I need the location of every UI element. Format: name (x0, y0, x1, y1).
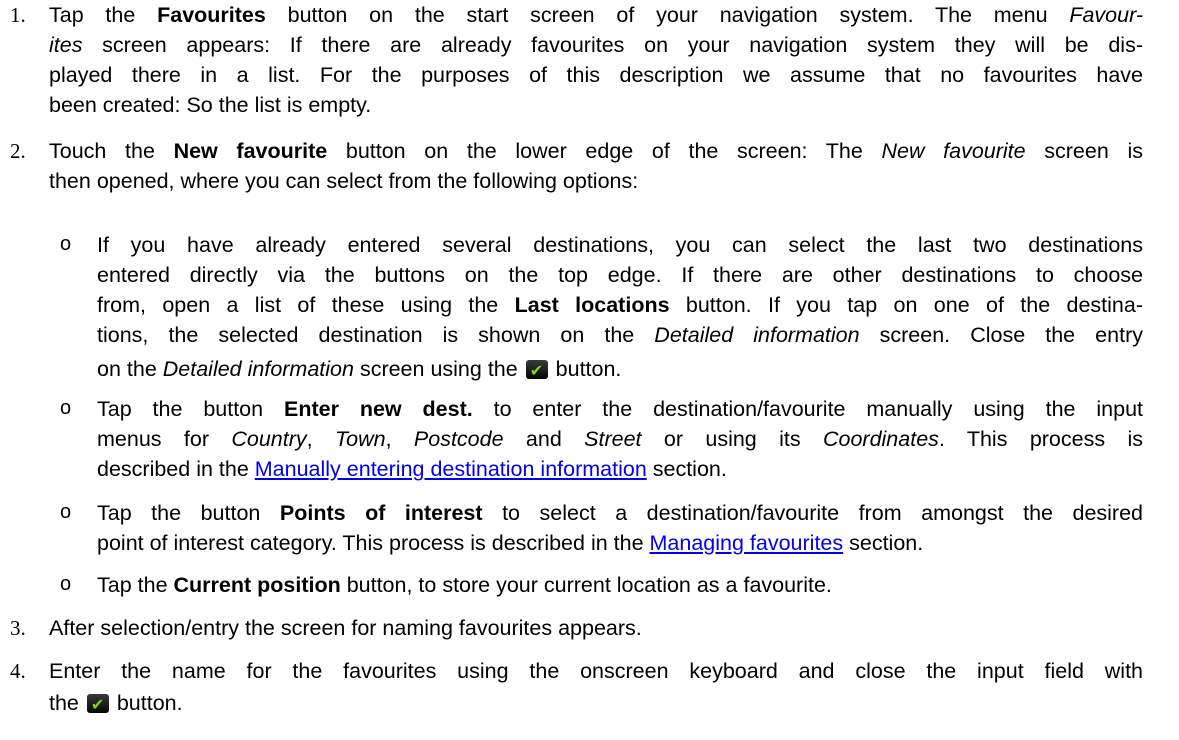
option-text: Tap the Current position button, to stor… (97, 573, 832, 597)
step-text: After selection/entry the screen for nam… (49, 616, 642, 640)
bullet-marker: o (60, 573, 72, 595)
step-number: 3. (10, 616, 26, 640)
step-text: Enter the name for the favourites using … (49, 656, 1143, 720)
document-page: 1. Tap the Favourites button on the star… (0, 0, 1179, 740)
step-number: 2. (10, 139, 26, 163)
check-button-icon (525, 356, 548, 386)
option-text: If you have already entered several dest… (97, 230, 1143, 386)
favourites-label: Favourites (157, 3, 266, 27)
last-locations-label: Last locations (514, 293, 670, 317)
step-number: 1. (10, 3, 26, 27)
bullet-marker: o (60, 397, 72, 419)
enter-new-dest-label: Enter new dest. (283, 397, 473, 421)
points-of-interest-label: Points of interest (279, 501, 483, 525)
bullet-marker: o (60, 233, 72, 255)
step-number: 4. (10, 659, 26, 683)
step-text: Tap the Favourites button on the start s… (49, 3, 1144, 117)
option-text: Tap the button Points of interest to sel… (97, 501, 1144, 555)
bullet-marker: o (60, 501, 72, 523)
option-text: Tap the button Enter new dest. to enter … (97, 397, 1143, 481)
manual-entry-link[interactable]: Manually entering destination informatio… (255, 457, 647, 481)
new-favourite-label: New favourite (173, 139, 328, 163)
current-position-label: Current position (173, 573, 341, 597)
check-button-icon (86, 690, 109, 720)
managing-favourites-link[interactable]: Managing favourites (650, 531, 844, 555)
step-text: Touch the New favourite button on the lo… (49, 139, 1143, 193)
